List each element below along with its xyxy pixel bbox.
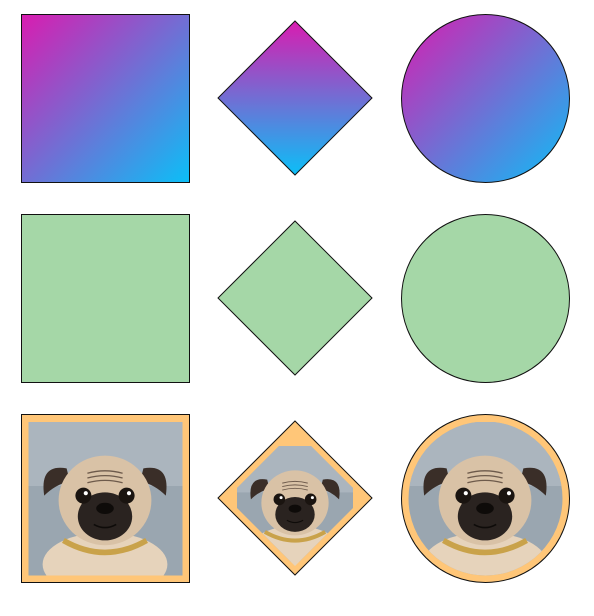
photo-circle [401, 414, 570, 583]
shape-gallery-canvas [21, 14, 570, 583]
shape-gallery [0, 0, 594, 616]
gradient-diamond [217, 20, 373, 176]
pug-photo [408, 422, 563, 576]
solid-diamond [217, 220, 373, 376]
solid-circle [401, 214, 570, 383]
photo-square [21, 414, 190, 583]
gradient-circle [401, 14, 570, 183]
solid-square [21, 214, 190, 383]
pug-photo [28, 422, 183, 576]
photo-diamond [217, 420, 373, 576]
gradient-square [21, 14, 190, 183]
